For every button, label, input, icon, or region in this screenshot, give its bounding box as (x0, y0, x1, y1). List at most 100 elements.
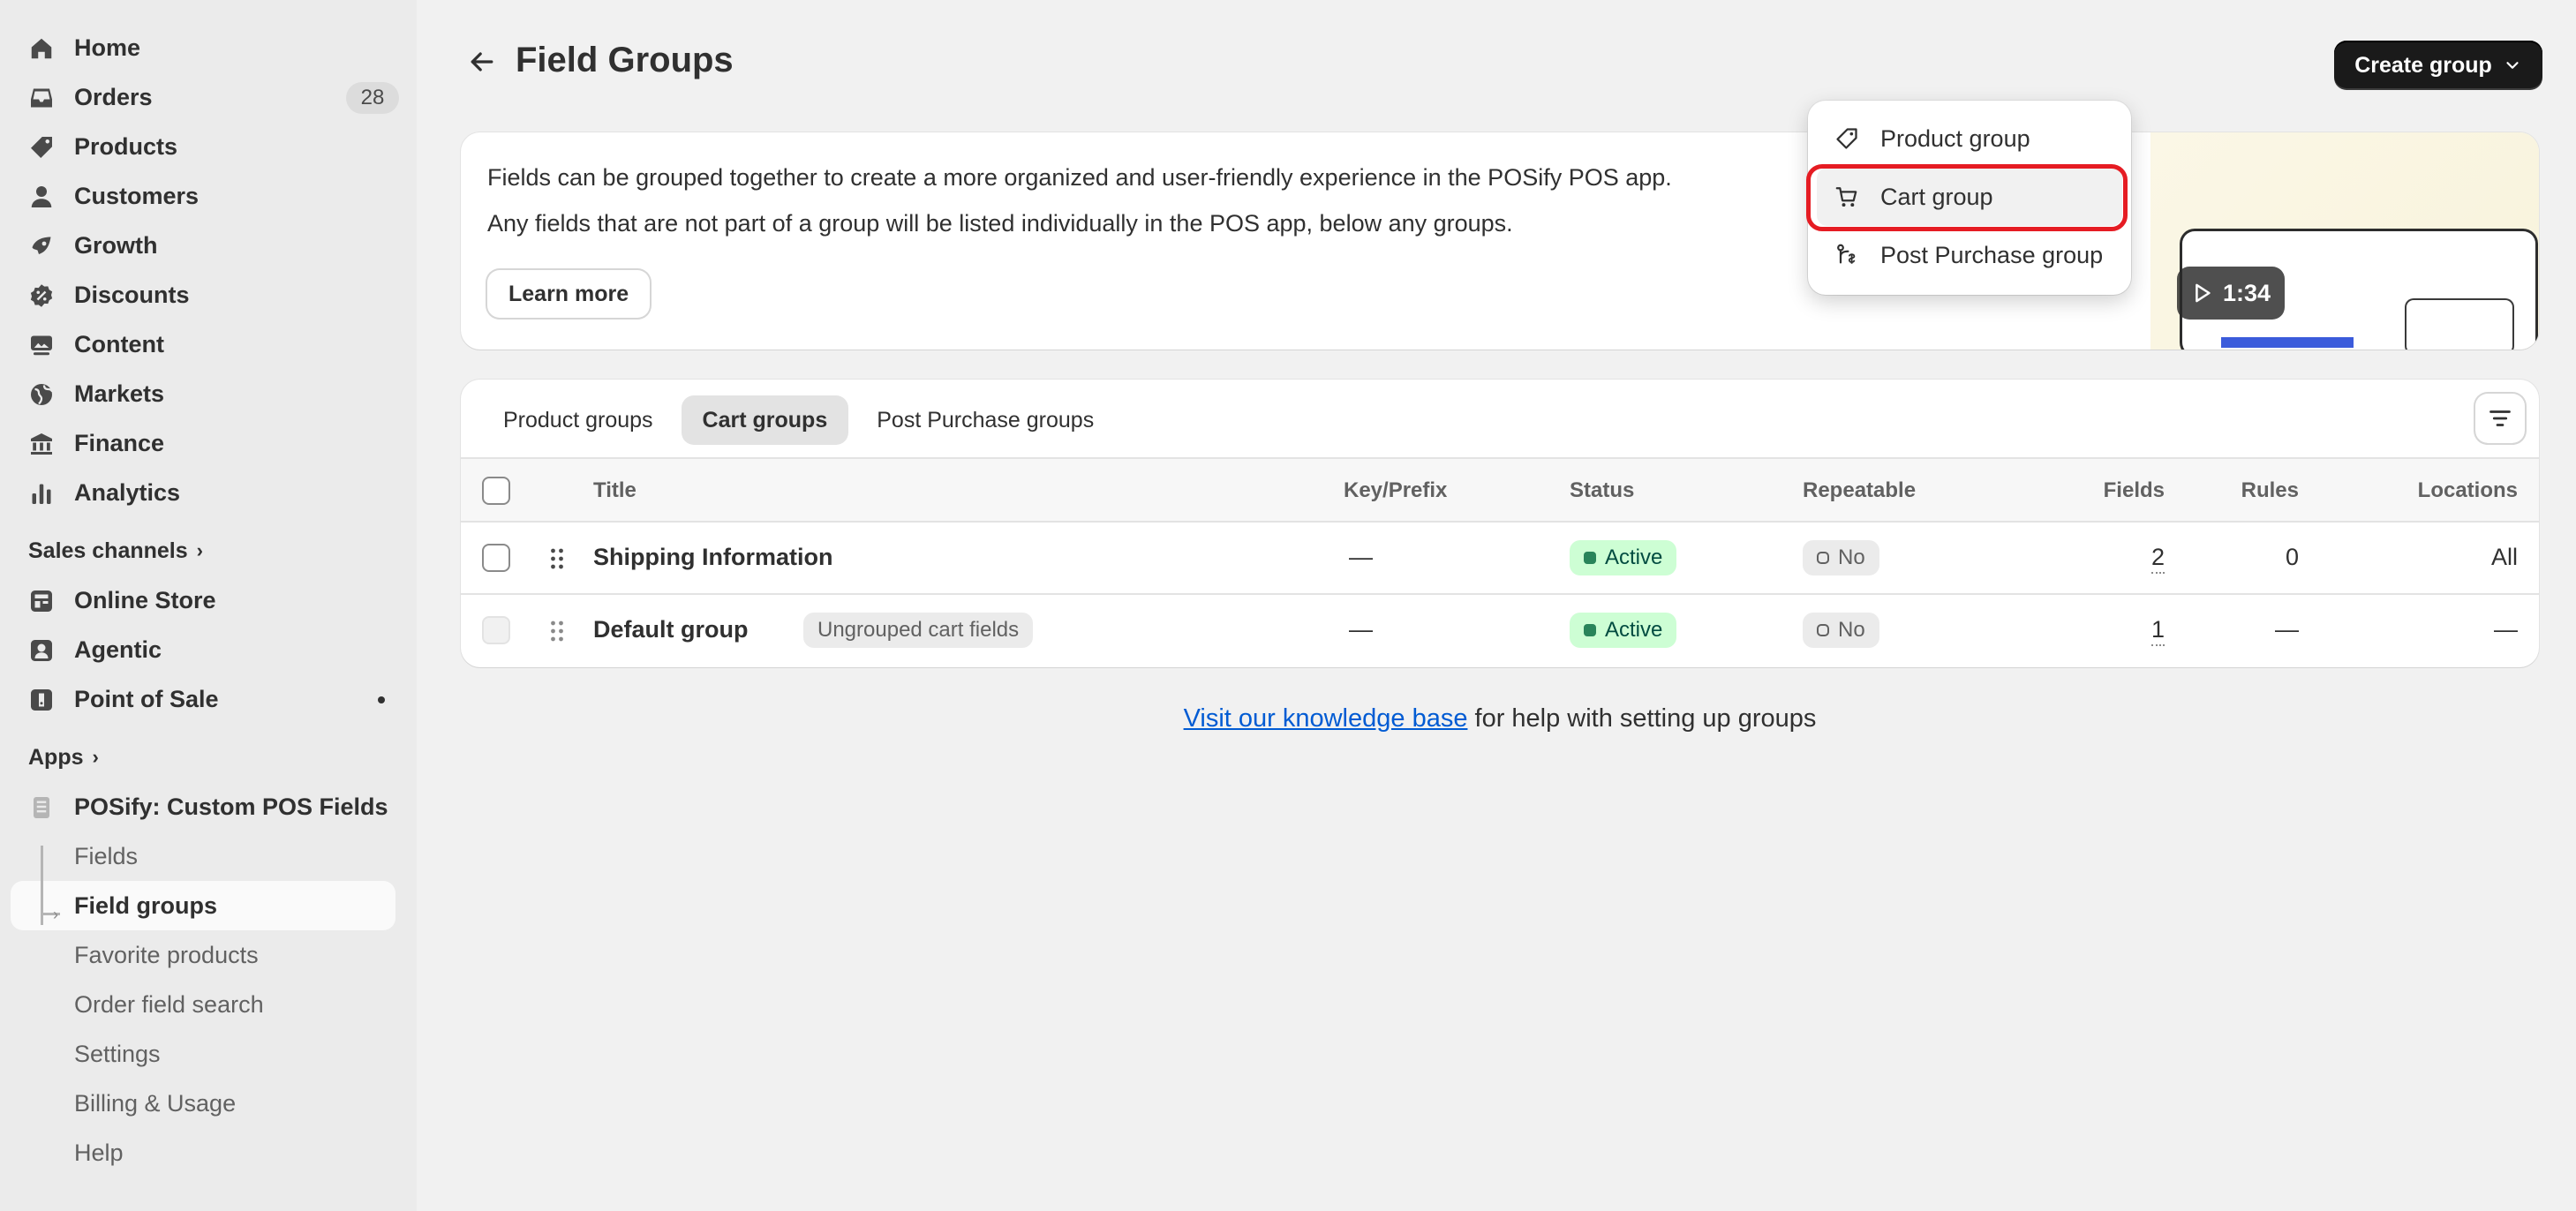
tag-icon (1834, 126, 1859, 151)
menu-item-post-purchase-group[interactable]: Post Purchase group (1817, 226, 2122, 284)
video-play-button[interactable]: 1:34 (2177, 267, 2285, 320)
tab-post-purchase-groups[interactable]: Post Purchase groups (855, 395, 1115, 445)
learn-more-button[interactable]: Learn more (487, 270, 651, 318)
sidebar-item-products[interactable]: Products (11, 122, 406, 171)
main-content: Field Groups Create group Fields can be … (417, 0, 2576, 1211)
sidebar-item-online-store[interactable]: Online Store (11, 575, 406, 625)
chevron-right-icon: › (196, 539, 203, 561)
column-locations[interactable]: Locations (2418, 478, 2518, 503)
filter-sort-button[interactable] (2475, 394, 2525, 443)
sidebar-item-label: Agentic (74, 636, 162, 663)
video-duration: 1:34 (2223, 279, 2271, 306)
sidebar-subitem-order-field-search[interactable]: Order field search (11, 980, 395, 1029)
column-title[interactable]: Title (593, 478, 636, 503)
sidebar-item-label: Markets (74, 380, 165, 407)
fields-count[interactable]: 2 (2150, 544, 2165, 574)
create-group-button[interactable]: Create group (2334, 41, 2542, 90)
drag-handle-icon[interactable] (544, 618, 570, 644)
tab-cart-groups[interactable]: Cart groups (681, 395, 849, 445)
create-group-menu: Product group Cart group Post Purchase g… (1808, 101, 2131, 295)
fields-count[interactable]: 1 (2150, 616, 2165, 646)
sidebar-item-label: Content (74, 330, 164, 357)
pos-icon (28, 687, 55, 713)
sidebar-item-label: Home (74, 34, 141, 61)
sidebar-item-agentic[interactable]: Agentic (11, 625, 406, 674)
sidebar-item-home[interactable]: Home (11, 23, 406, 72)
row-checkbox[interactable] (482, 544, 510, 572)
back-arrow-icon[interactable] (466, 46, 498, 78)
locations-value: All (2490, 544, 2518, 570)
group-tabs: Product groups Cart groups Post Purchase… (482, 395, 1115, 445)
ungrouped-tag: Ungrouped cart fields (803, 613, 1034, 648)
thumbnail-bar (2221, 337, 2354, 348)
bank-icon (28, 431, 55, 457)
column-key-prefix[interactable]: Key/Prefix (1344, 478, 1447, 503)
chart-icon (28, 480, 55, 507)
info-banner: Fields can be grouped together to create… (461, 132, 2539, 350)
table-row[interactable]: Default group Ungrouped cart fields — Ac… (461, 595, 2539, 667)
sidebar-item-label: Products (74, 132, 178, 160)
cart-icon (1834, 184, 1859, 209)
column-rules[interactable]: Rules (2241, 478, 2299, 503)
sidebar-item-label: Online Store (74, 586, 216, 613)
table-header: Title Key/Prefix Status Repeatable Field… (461, 457, 2539, 523)
tab-product-groups[interactable]: Product groups (482, 395, 674, 445)
sales-channels-heading[interactable]: Sales channels › (11, 526, 406, 575)
flow-icon (1834, 243, 1859, 267)
sidebar-subitem-field-groups[interactable]: Field groups (11, 881, 395, 930)
banner-text: Fields can be grouped together to create… (487, 164, 1672, 191)
sidebar-item-discounts[interactable]: Discounts (11, 270, 406, 320)
sidebar-item-analytics[interactable]: Analytics (11, 468, 406, 517)
repeatable-badge: No (1803, 613, 1879, 648)
sidebar-item-customers[interactable]: Customers (11, 171, 406, 221)
orders-count-badge: 28 (346, 82, 399, 114)
sidebar-item-growth[interactable]: Growth (11, 221, 406, 270)
group-key: — (1349, 544, 1373, 570)
sidebar-subitem-favorite-products[interactable]: Favorite products (11, 930, 395, 980)
select-all-checkbox[interactable] (482, 477, 510, 505)
sidebar-subitem-fields[interactable]: Fields (11, 831, 395, 881)
group-title[interactable]: Shipping Information (593, 544, 832, 571)
banner-text: Any fields that are not part of a group … (487, 210, 1513, 237)
knowledge-base-link[interactable]: Visit our knowledge base (1184, 704, 1468, 733)
status-badge: Active (1570, 540, 1677, 575)
globe-icon (28, 381, 55, 408)
sidebar-item-point-of-sale[interactable]: Point of Sale (11, 674, 406, 724)
column-repeatable[interactable]: Repeatable (1803, 478, 1916, 503)
menu-item-cart-group[interactable]: Cart group (1817, 168, 2122, 226)
rules-count: 0 (2285, 544, 2299, 570)
video-thumbnail[interactable]: 1:34 (2150, 132, 2539, 350)
help-text: Visit our knowledge base for help with s… (461, 704, 2539, 733)
status-off-icon (1817, 624, 1829, 636)
sidebar-subitem-help[interactable]: Help (11, 1128, 395, 1177)
group-title[interactable]: Default group (593, 616, 749, 643)
sidebar-item-orders[interactable]: Orders 28 (11, 72, 406, 122)
rules-count: — (2275, 616, 2299, 643)
sidebar-item-content[interactable]: Content (11, 320, 406, 369)
sidebar-item-posify-app[interactable]: POSify: Custom POS Fields (11, 782, 406, 831)
menu-item-product-group[interactable]: Product group (1817, 109, 2122, 168)
sidebar-item-markets[interactable]: Markets (11, 369, 406, 418)
column-fields[interactable]: Fields (2104, 478, 2165, 503)
sidebar-item-label: Point of Sale (74, 685, 219, 712)
column-status[interactable]: Status (1570, 478, 1634, 503)
status-active-icon (1584, 552, 1596, 564)
sidebar-item-label: Analytics (74, 478, 181, 506)
chevron-right-icon: › (92, 746, 99, 768)
home-icon (28, 35, 55, 62)
sidebar-item-finance[interactable]: Finance (11, 418, 406, 468)
tree-arrow-head-icon: › (53, 906, 58, 923)
sidebar-subitem-settings[interactable]: Settings (11, 1029, 395, 1079)
apps-heading[interactable]: Apps › (11, 733, 406, 782)
thumbnail-phone-image (2407, 300, 2512, 350)
agent-icon (28, 637, 55, 664)
growth-icon (28, 233, 55, 260)
repeatable-badge: No (1803, 540, 1879, 575)
group-key: — (1349, 616, 1373, 643)
help-text-rest: for help with setting up groups (1467, 704, 1817, 733)
table-row[interactable]: Shipping Information — Active No 2 0 All (461, 523, 2539, 595)
sidebar-subitem-billing[interactable]: Billing & Usage (11, 1079, 395, 1128)
sidebar-item-label: Discounts (74, 281, 190, 308)
app-icon (28, 794, 55, 821)
drag-handle-icon[interactable] (544, 545, 570, 572)
